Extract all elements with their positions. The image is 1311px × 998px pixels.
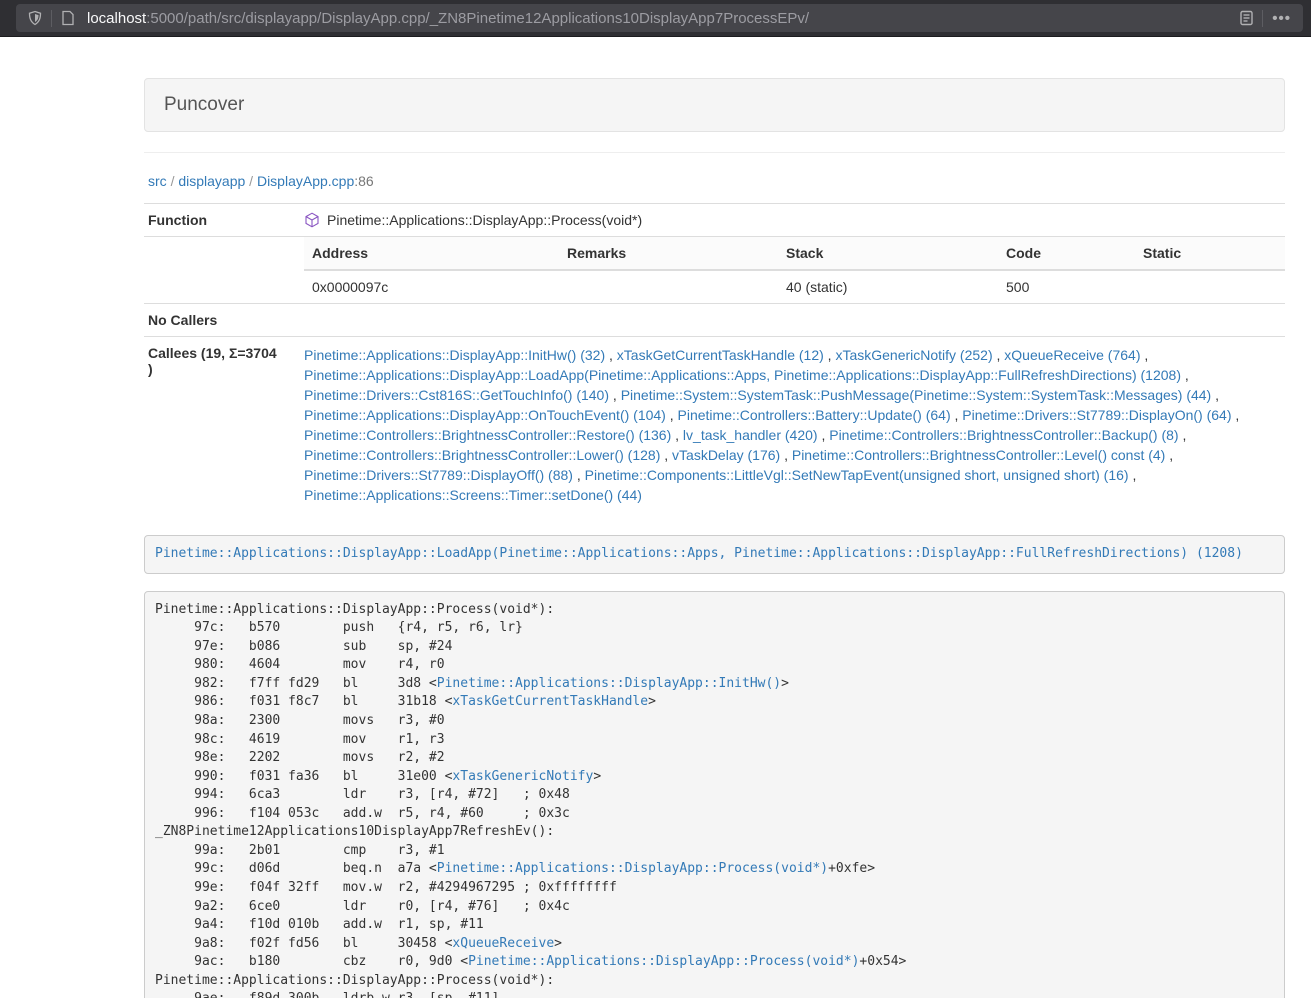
reader-mode-icon[interactable] bbox=[1233, 6, 1259, 30]
address-bar[interactable]: localhost:5000/path/src/displayapp/Displ… bbox=[16, 4, 1303, 32]
breadcrumb-separator: / bbox=[249, 173, 253, 189]
callee-link[interactable]: xTaskGenericNotify (252) bbox=[835, 347, 992, 363]
no-callers-row: No Callers bbox=[144, 304, 1285, 337]
page-actions-menu-icon[interactable]: ••• bbox=[1266, 10, 1297, 27]
app-title-panel: Puncover bbox=[144, 78, 1285, 132]
callee-link[interactable]: Pinetime::Drivers::St7789::DisplayOn() (… bbox=[962, 407, 1231, 423]
asm-symbol-link[interactable]: Pinetime::Applications::DisplayApp::Proc… bbox=[437, 861, 828, 876]
callee-link[interactable]: Pinetime::Controllers::BrightnessControl… bbox=[829, 427, 1178, 443]
col-header-static: Static bbox=[1135, 237, 1285, 270]
function-name: Pinetime::Applications::DisplayApp::Proc… bbox=[327, 212, 642, 228]
callee-link[interactable]: Pinetime::Applications::DisplayApp::Init… bbox=[304, 347, 605, 363]
asm-symbol-link[interactable]: xTaskGetCurrentTaskHandle bbox=[452, 694, 648, 709]
callees-list: Pinetime::Applications::DisplayApp::Init… bbox=[292, 337, 1285, 514]
detail-row-wrapper: Address Remarks Stack Code Static 0x0000… bbox=[144, 237, 1285, 304]
col-header-code: Code bbox=[998, 237, 1135, 270]
callee-link[interactable]: Pinetime::Controllers::BrightnessControl… bbox=[304, 427, 671, 443]
callee-link[interactable]: Pinetime::Drivers::St7789::DisplayOff() … bbox=[304, 467, 573, 483]
static-value bbox=[1135, 270, 1285, 303]
stack-value: 40 (static) bbox=[778, 270, 998, 303]
symbol-cube-icon bbox=[304, 212, 320, 228]
page-info-icon[interactable] bbox=[55, 6, 81, 30]
callee-link[interactable]: xQueueReceive (764) bbox=[1004, 347, 1140, 363]
loadapp-symbol-link[interactable]: Pinetime::Applications::DisplayApp::Load… bbox=[155, 546, 1243, 561]
no-callers-label: No Callers bbox=[144, 304, 292, 337]
shield-icon[interactable] bbox=[22, 6, 48, 30]
asm-symbol-link[interactable]: xQueueReceive bbox=[452, 936, 554, 951]
breadcrumb-separator: / bbox=[171, 173, 175, 189]
callee-link[interactable]: Pinetime::Applications::DisplayApp::Load… bbox=[304, 367, 1181, 383]
asm-symbol-link[interactable]: xTaskGenericNotify bbox=[452, 769, 593, 784]
callee-link[interactable]: Pinetime::Controllers::Battery::Update()… bbox=[678, 407, 951, 423]
code-value: 500 bbox=[998, 270, 1135, 303]
callee-link[interactable]: Pinetime::Applications::Screens::Timer::… bbox=[304, 487, 642, 503]
page-title: Puncover bbox=[164, 94, 244, 115]
callee-link[interactable]: Pinetime::System::SystemTask::PushMessag… bbox=[621, 387, 1212, 403]
asm-symbol-link[interactable]: Pinetime::Applications::DisplayApp::Proc… bbox=[468, 954, 859, 969]
browser-toolbar: localhost:5000/path/src/displayapp/Displ… bbox=[0, 0, 1311, 37]
url-path: :5000/path/src/displayapp/DisplayApp.cpp… bbox=[146, 10, 809, 27]
address-value: 0x0000097c bbox=[304, 270, 559, 303]
url-host: localhost bbox=[87, 10, 146, 27]
breadcrumb-line-number: :86 bbox=[354, 173, 373, 189]
callee-link[interactable]: Pinetime::Components::LittleVgl::SetNewT… bbox=[585, 467, 1129, 483]
callee-link[interactable]: xTaskGetCurrentTaskHandle (12) bbox=[617, 347, 824, 363]
divider bbox=[144, 152, 1285, 153]
loadapp-highlight-box: Pinetime::Applications::DisplayApp::Load… bbox=[144, 535, 1285, 574]
url-text[interactable]: localhost:5000/path/src/displayapp/Displ… bbox=[87, 10, 1233, 27]
function-row: Function Pinetime::Applications::Display… bbox=[144, 204, 1285, 237]
toolbar-divider bbox=[1262, 10, 1263, 27]
function-table: Function Pinetime::Applications::Display… bbox=[144, 203, 1285, 513]
col-header-stack: Stack bbox=[778, 237, 998, 270]
col-header-remarks: Remarks bbox=[559, 237, 778, 270]
callee-link[interactable]: lv_task_handler (420) bbox=[683, 427, 818, 443]
callees-row: Callees (19, Σ=3704 ) Pinetime::Applicat… bbox=[144, 337, 1285, 514]
breadcrumb: src / displayapp / DisplayApp.cpp:86 bbox=[148, 173, 1285, 189]
callees-label: Callees (19, Σ=3704 ) bbox=[144, 337, 292, 514]
detail-table: Address Remarks Stack Code Static 0x0000… bbox=[304, 237, 1285, 303]
toolbar-divider bbox=[51, 10, 52, 27]
function-label: Function bbox=[144, 204, 292, 237]
callee-link[interactable]: vTaskDelay (176) bbox=[672, 447, 780, 463]
asm-symbol-link[interactable]: Pinetime::Applications::DisplayApp::Init… bbox=[437, 676, 781, 691]
page-content: Puncover src / displayapp / DisplayApp.c… bbox=[144, 78, 1285, 998]
callee-link[interactable]: Pinetime::Applications::DisplayApp::OnTo… bbox=[304, 407, 666, 423]
detail-data-row: 0x0000097c 40 (static) 500 bbox=[304, 270, 1285, 303]
callee-link[interactable]: Pinetime::Drivers::Cst816S::GetTouchInfo… bbox=[304, 387, 609, 403]
breadcrumb-link-src[interactable]: src bbox=[148, 173, 167, 189]
remarks-value bbox=[559, 270, 778, 303]
breadcrumb-link-displayapp[interactable]: displayapp bbox=[178, 173, 245, 189]
col-header-address: Address bbox=[304, 237, 559, 270]
disassembly-pre: Pinetime::Applications::DisplayApp::Proc… bbox=[144, 591, 1285, 998]
callee-link[interactable]: Pinetime::Controllers::BrightnessControl… bbox=[304, 447, 660, 463]
breadcrumb-link-file[interactable]: DisplayApp.cpp bbox=[257, 173, 354, 189]
callee-link[interactable]: Pinetime::Controllers::BrightnessControl… bbox=[792, 447, 1165, 463]
